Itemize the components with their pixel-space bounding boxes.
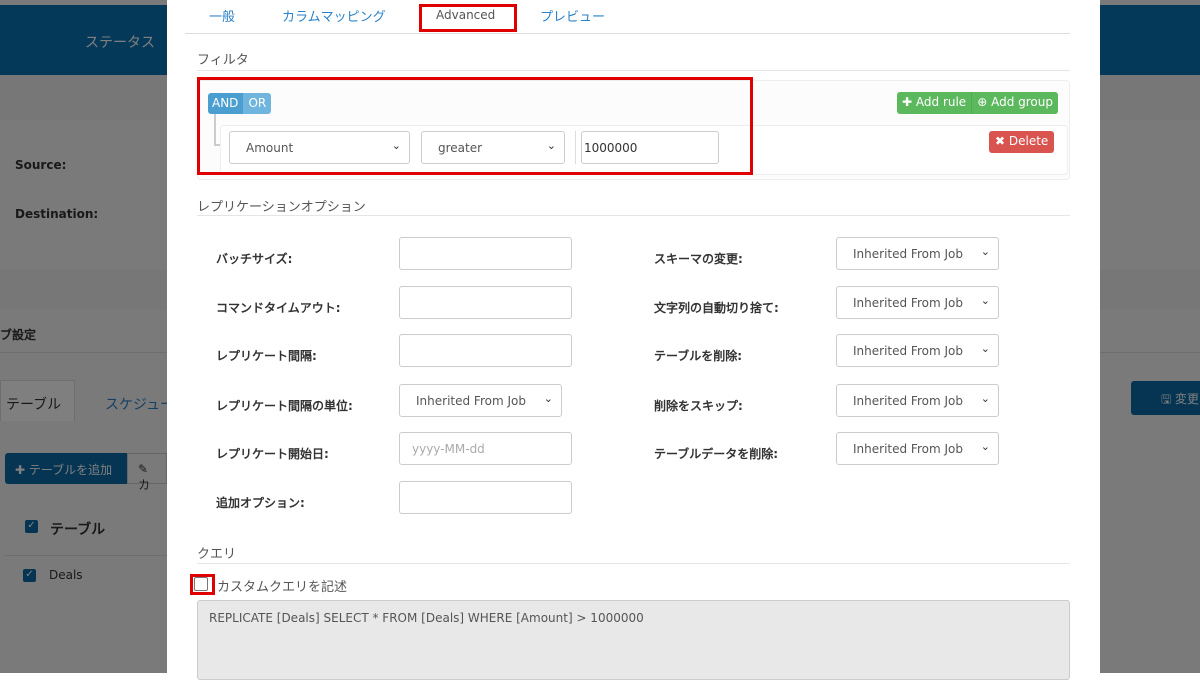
start-date-input[interactable]: yyyy-MM-dd	[399, 432, 572, 465]
tab-preview[interactable]: プレビュー	[540, 6, 605, 25]
command-timeout-input[interactable]	[399, 286, 572, 319]
skip-delete-select[interactable]: Inherited From Job ⌄	[836, 384, 999, 417]
chevron-down-icon: ⌄	[980, 342, 990, 355]
tab-column-mapping[interactable]: カラムマッピング	[282, 6, 386, 25]
replicate-interval-label: レプリケート間隔:	[216, 349, 317, 363]
chevron-down-icon: ⌄	[980, 392, 990, 405]
delete-label: Delete	[1008, 134, 1049, 148]
table-settings-modal: 一般 カラムマッピング Advanced プレビュー フィルタ AND OR ✚…	[167, 0, 1100, 680]
replication-options-heading: レプリケーションオプション	[197, 200, 366, 215]
truncate-strings-label: 文字列の自動切り捨て:	[654, 301, 779, 315]
delete-rule-button[interactable]: ✖ Delete	[989, 131, 1055, 153]
truncate-table-data-select[interactable]: Inherited From Job ⌄	[836, 432, 999, 465]
tab-general[interactable]: 一般	[209, 6, 235, 25]
skip-delete-value: Inherited From Job	[853, 394, 963, 408]
skip-delete-label: 削除をスキップ:	[654, 399, 743, 413]
plus-circle-icon: ⊕	[977, 95, 988, 109]
add-rule-label: Add rule	[915, 95, 967, 109]
highlight-advanced-tab	[419, 4, 517, 32]
additional-options-label: 追加オプション:	[216, 496, 305, 510]
query-heading: クエリ	[197, 547, 237, 562]
truncate-strings-value: Inherited From Job	[853, 296, 963, 310]
add-rule-button[interactable]: ✚ Add rule	[897, 92, 972, 114]
highlight-filter	[197, 77, 753, 175]
schema-change-select[interactable]: Inherited From Job ⌄	[836, 237, 999, 270]
chevron-down-icon: ⌄	[980, 440, 990, 453]
batch-size-label: バッチサイズ:	[216, 252, 293, 266]
interval-unit-select[interactable]: Inherited From Job ⌄	[399, 384, 562, 417]
additional-options-input[interactable]	[399, 481, 572, 514]
command-timeout-label: コマンドタイムアウト:	[216, 301, 341, 315]
schema-change-label: スキーマの変更:	[654, 252, 743, 266]
truncate-strings-select[interactable]: Inherited From Job ⌄	[836, 286, 999, 319]
interval-unit-value: Inherited From Job	[416, 394, 526, 408]
query-textarea[interactable]: REPLICATE [Deals] SELECT * FROM [Deals] …	[197, 600, 1070, 680]
chevron-down-icon: ⌄	[980, 245, 990, 258]
schema-change-value: Inherited From Job	[853, 247, 963, 261]
start-date-label: レプリケート開始日:	[216, 447, 329, 461]
truncate-table-data-value: Inherited From Job	[853, 442, 963, 456]
truncate-table-data-label: テーブルデータを削除:	[654, 447, 779, 461]
interval-unit-label: レプリケート間隔の単位:	[216, 399, 353, 413]
x-icon: ✖	[995, 134, 1006, 148]
chevron-down-icon: ⌄	[543, 392, 553, 405]
plus-icon: ✚	[902, 95, 913, 109]
custom-query-label: カスタムクエリを記述	[217, 580, 348, 595]
chevron-down-icon: ⌄	[980, 294, 990, 307]
add-group-label: Add group	[991, 95, 1053, 109]
drop-table-select[interactable]: Inherited From Job ⌄	[836, 334, 999, 367]
highlight-custom-query-checkbox	[190, 574, 215, 595]
filter-heading: フィルタ	[197, 53, 249, 68]
replicate-interval-input[interactable]	[399, 334, 572, 367]
drop-table-label: テーブルを削除:	[654, 349, 743, 363]
drop-table-value: Inherited From Job	[853, 344, 963, 358]
add-group-button[interactable]: ⊕ Add group	[971, 92, 1058, 114]
batch-size-input[interactable]	[399, 237, 572, 270]
